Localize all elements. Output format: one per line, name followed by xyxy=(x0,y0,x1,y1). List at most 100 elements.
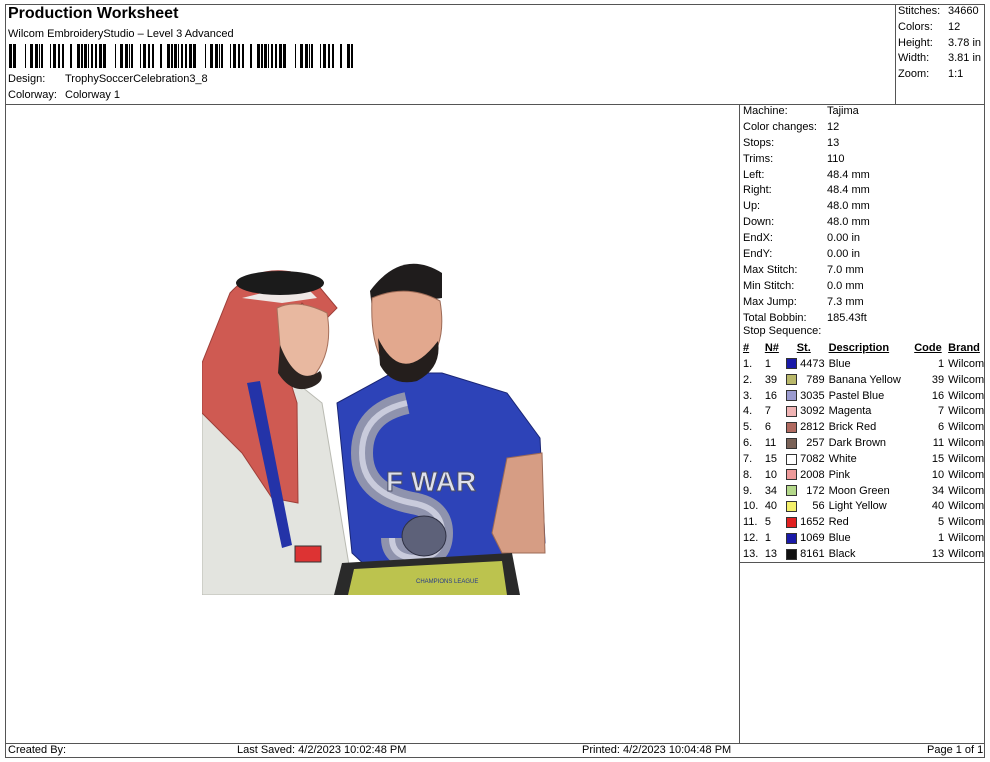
barcode-bar xyxy=(328,44,330,68)
table-row: 10. 40 56 Light Yellow 40 Wilcom xyxy=(741,499,990,515)
barcode-bar xyxy=(70,44,72,68)
row-index: 13. xyxy=(743,547,759,560)
barcode-bar xyxy=(30,44,33,68)
barcode-bar xyxy=(233,44,236,68)
col-code: Code xyxy=(914,342,942,354)
spec-row: EndX: 0.00 in xyxy=(743,232,861,245)
barcode-bar xyxy=(210,44,213,68)
color-swatch xyxy=(785,405,797,417)
barcode-bar xyxy=(99,44,102,68)
row-stitches: 4473 xyxy=(800,357,825,370)
row-description: Brick Red xyxy=(828,421,877,434)
row-description: Light Yellow xyxy=(828,500,887,513)
barcode-bar xyxy=(305,44,308,68)
color-swatch xyxy=(785,437,797,449)
row-code: 40 xyxy=(931,500,945,513)
row-swatch xyxy=(783,420,797,436)
row-swatch xyxy=(783,547,797,563)
row-description: Blue xyxy=(828,357,851,370)
barcode-bar xyxy=(205,44,206,68)
barcode-bar xyxy=(9,44,12,68)
row-index: 11. xyxy=(743,516,758,529)
color-swatch xyxy=(785,374,797,386)
color-swatch xyxy=(785,548,797,560)
barcode-bar xyxy=(242,44,244,68)
row-swatch xyxy=(783,404,797,420)
stop-sequence-table: # N# St. Description Code Brand 1. 1 4473 B… xyxy=(741,341,990,563)
colorway-label: Colorway: xyxy=(8,89,57,101)
summary-zoom: Zoom: 1:1 xyxy=(898,68,964,81)
row-needle: 6 xyxy=(764,421,771,434)
table-row: 11. 5 1652 Red 5 Wilcom xyxy=(741,515,990,531)
col-needle: N# xyxy=(764,342,779,354)
row-swatch xyxy=(783,484,797,500)
row-code: 34 xyxy=(931,484,945,497)
barcode-bar xyxy=(323,44,326,68)
barcode-bar xyxy=(300,44,303,68)
barcode-bar xyxy=(219,44,220,68)
row-index: 1. xyxy=(743,357,753,370)
row-stitches: 1652 xyxy=(800,516,825,529)
color-swatch xyxy=(785,358,797,370)
row-description: Moon Green xyxy=(828,484,890,497)
spec-row: Max Stitch: 7.0 mm xyxy=(743,263,864,276)
row-swatch xyxy=(783,499,797,515)
barcode-bar xyxy=(120,44,123,68)
row-needle: 34 xyxy=(764,484,778,497)
plaque-text: CHAMPIONS LEAGUE xyxy=(416,579,478,585)
row-description: Dark Brown xyxy=(828,437,887,450)
row-description: Red xyxy=(828,516,849,529)
footer-printed: Printed: 4/2/2023 10:04:48 PM xyxy=(582,744,732,756)
row-index: 6. xyxy=(743,437,753,450)
barcode-bar xyxy=(193,44,196,68)
barcode-bar xyxy=(181,44,183,68)
summary-stats: Stitches: 34660 Colors: 12 Height: 3.78 in … xyxy=(898,4,986,83)
footer-divider xyxy=(5,743,985,744)
barcode-bar xyxy=(279,44,282,68)
stop-sequence-title: Stop Sequence: xyxy=(743,325,822,337)
col-brand: Brand xyxy=(948,342,980,354)
row-description: Pastel Blue xyxy=(828,389,885,402)
software-name: Wilcom EmbroideryStudio – Level 3 Advanc… xyxy=(8,28,234,40)
row-swatch xyxy=(783,468,797,484)
color-swatch xyxy=(785,516,797,528)
row-brand: Wilcom xyxy=(948,389,985,402)
design-row: Design: TrophySoccerCelebration3_8 xyxy=(8,73,208,85)
summary-colors: Colors: 12 xyxy=(898,20,961,33)
row-code: 5 xyxy=(938,516,945,529)
table-row: 6. 11 257 Dark Brown 11 Wilcom xyxy=(741,436,990,452)
table-row: 5. 6 2812 Brick Red 6 Wilcom xyxy=(741,420,990,436)
barcode-bar xyxy=(25,44,26,68)
row-brand: Wilcom xyxy=(948,357,985,370)
trophy-text: F WAR xyxy=(386,466,476,497)
barcode-bar xyxy=(221,44,223,68)
row-needle: 15 xyxy=(764,452,778,465)
row-stitches: 3035 xyxy=(800,389,825,402)
barcode-bar xyxy=(185,44,187,68)
row-code: 11 xyxy=(932,437,945,450)
color-swatch xyxy=(785,532,797,544)
color-swatch xyxy=(785,390,797,402)
row-swatch xyxy=(783,389,797,405)
table-row: 12. 1 1069 Blue 1 Wilcom xyxy=(741,531,990,547)
colorway-value: Colorway 1 xyxy=(65,89,121,101)
barcode-bar xyxy=(13,44,16,68)
barcode-bar xyxy=(39,44,40,68)
barcode-bar xyxy=(178,44,179,68)
color-swatch xyxy=(785,469,797,481)
row-stitches: 1069 xyxy=(800,532,825,545)
barcode-bar xyxy=(250,44,252,68)
row-description: Blue xyxy=(828,532,851,545)
summary-height: Height: 3.78 in xyxy=(898,36,982,49)
row-index: 10. xyxy=(743,500,759,513)
row-needle: 39 xyxy=(764,373,778,386)
barcode-bar xyxy=(309,44,310,68)
row-needle: 1 xyxy=(764,357,771,370)
barcode-bar xyxy=(148,44,150,68)
row-brand: Wilcom xyxy=(948,437,985,450)
barcode-bar xyxy=(81,44,83,68)
barcode-bar xyxy=(311,44,313,68)
barcode-bar xyxy=(53,44,56,68)
barcode-bar xyxy=(35,44,38,68)
embroidery-design-preview: F WAR CHAMPIONS LEAGUE xyxy=(202,253,546,595)
